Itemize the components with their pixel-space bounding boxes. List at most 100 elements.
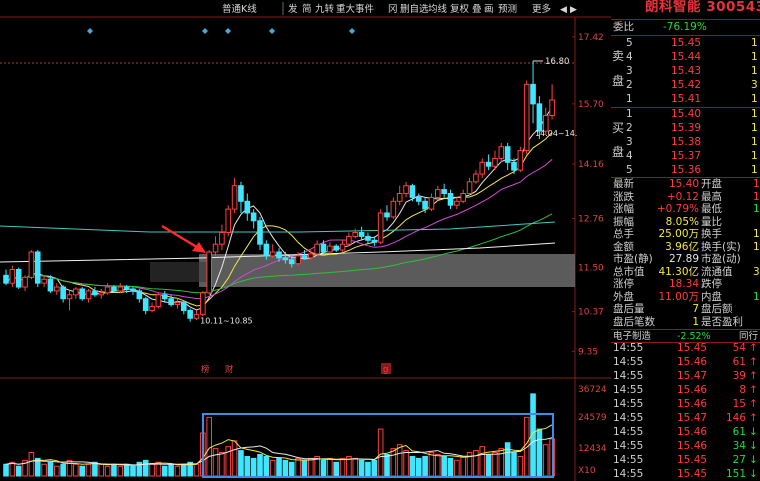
red-arrow-icon: [161, 224, 206, 253]
sell-level: 2: [626, 79, 633, 91]
buy-volume: 1: [751, 164, 758, 176]
sell-volume: 1: [751, 93, 758, 105]
buy-volume: 1: [751, 108, 758, 120]
volume-bar: [263, 455, 270, 477]
arrow-right-icon[interactable]: ▶: [570, 5, 577, 15]
sell-price[interactable]: 15.43: [671, 65, 701, 79]
candle-body: [301, 255, 308, 259]
candle-body: [269, 251, 276, 257]
event-marker-g[interactable]: g: [383, 365, 388, 375]
volume-bar: [333, 461, 339, 477]
candle-body: [28, 251, 35, 278]
toolbar-item-1[interactable]: 发: [288, 3, 298, 15]
toolbar-item-8[interactable]: 复权: [450, 3, 470, 15]
buy-price[interactable]: 15.36: [671, 164, 701, 178]
price-axis-label: 15.70: [578, 100, 604, 110]
tick-price: 15.46: [677, 356, 708, 368]
volume-bar: [492, 452, 498, 477]
candle-body: [174, 302, 181, 306]
event-marker-bang[interactable]: 榜: [201, 364, 210, 375]
event-diamond-icon[interactable]: [87, 28, 93, 34]
volume-bar: [435, 453, 441, 477]
toolbar-item-4[interactable]: 重大事件: [336, 3, 375, 15]
candle-body: [435, 189, 441, 198]
sell-side-label-2: 盘: [612, 74, 625, 88]
stat-value: 1: [753, 240, 760, 253]
volume-bar: [396, 444, 403, 477]
candle-body: [161, 294, 168, 300]
volume-bar: [498, 448, 505, 477]
event-marker-cai[interactable]: 财: [225, 364, 234, 375]
candle-body: [384, 212, 390, 218]
volume-axis-label: 36724: [578, 385, 607, 395]
arrow-left-icon[interactable]: ◀: [560, 5, 567, 15]
candle-body: [422, 200, 428, 210]
volume-bar: [244, 455, 251, 477]
tick-volume: 146: [725, 412, 746, 424]
candle-body: [263, 243, 270, 257]
low-label: 10.11~10.85: [200, 317, 253, 326]
volume-bar: [168, 463, 174, 477]
arrow-up-icon: ↑: [749, 370, 758, 382]
sell-price[interactable]: 15.44: [671, 51, 701, 65]
toolbar-item-6[interactable]: 删自选: [400, 3, 429, 15]
candle-body: [219, 231, 225, 245]
volume-bar: [485, 453, 492, 477]
toolbar-item-7[interactable]: 均线: [428, 3, 448, 15]
volume-bar: [85, 463, 92, 477]
candle-body: [34, 251, 41, 284]
sell-price[interactable]: 15.41: [671, 93, 701, 107]
tick-volume: 61: [732, 426, 746, 438]
price-axis: 17.42 15.70 14.16 12.76 11.50 10.37 9.35: [572, 33, 604, 357]
buy-level: 5: [626, 164, 633, 176]
event-diamond-icon[interactable]: [202, 28, 208, 34]
buy-price[interactable]: 15.40: [671, 108, 701, 122]
event-diamond-icon[interactable]: [349, 28, 355, 34]
event-diamond-icon[interactable]: [225, 28, 231, 34]
candle-body: [41, 278, 47, 284]
tick-price: 15.47: [677, 370, 708, 382]
toolbar-item-12[interactable]: 更多: [532, 3, 551, 15]
tick-volume: 61: [732, 356, 746, 368]
sell-price[interactable]: 15.42: [671, 79, 701, 93]
kline-chart[interactable]: 普通K线 发简九转 重大事件 冈删自选 均线 复权叠画预测 更多 ◀ ▶ 17.4215.701…: [0, 0, 611, 481]
sell-price[interactable]: 15.45: [671, 37, 701, 51]
volume-bar: [269, 459, 276, 477]
candle-body: [225, 208, 232, 233]
volume-bar: [206, 416, 212, 477]
toolbar-item-3[interactable]: 九转: [315, 3, 335, 15]
volume-bar: [282, 459, 289, 477]
event-diamond-icon[interactable]: [269, 28, 275, 34]
candle-body: [155, 294, 162, 308]
candle-body: [282, 257, 289, 261]
toolbar-item-10[interactable]: 画: [484, 4, 494, 15]
stat-value: 1: [753, 203, 760, 215]
toolbar-item-9[interactable]: 叠: [472, 4, 482, 15]
volume-axis-label: 24579: [578, 413, 607, 423]
buy-price[interactable]: 15.37: [671, 150, 701, 164]
price-axis-label: 9.35: [578, 347, 598, 357]
volume-bar: [28, 452, 35, 477]
candle-body: [66, 294, 73, 300]
volume-axis-label: 12434: [578, 444, 607, 454]
candle-body: [238, 185, 244, 202]
candle-body: [333, 245, 339, 251]
volume-bar: [377, 428, 384, 477]
arrow-up-icon: ↑: [749, 342, 758, 354]
buy-price[interactable]: 15.39: [671, 122, 701, 136]
toolbar-item-0[interactable]: 普通K线: [222, 3, 257, 15]
toolbar-item-11[interactable]: 预测: [498, 4, 517, 15]
volume-bar: [479, 446, 486, 477]
volume-bar: [174, 465, 181, 477]
candle-body: [3, 274, 9, 284]
buy-price[interactable]: 15.38: [671, 136, 701, 150]
volume-bar: [181, 463, 187, 477]
tick-volume: 39: [732, 370, 746, 382]
toolbar-item-5[interactable]: 冈: [388, 4, 398, 15]
candle-body: [136, 290, 143, 300]
tick-volume: 54: [732, 342, 746, 354]
volume-bar: [441, 455, 447, 477]
toolbar-item-2[interactable]: 简: [302, 3, 312, 15]
volume-bar: [60, 463, 66, 477]
chart-toolbar: 普通K线 发简九转 重大事件 冈删自选 均线 复权叠画预测 更多 ◀ ▶: [222, 2, 577, 15]
